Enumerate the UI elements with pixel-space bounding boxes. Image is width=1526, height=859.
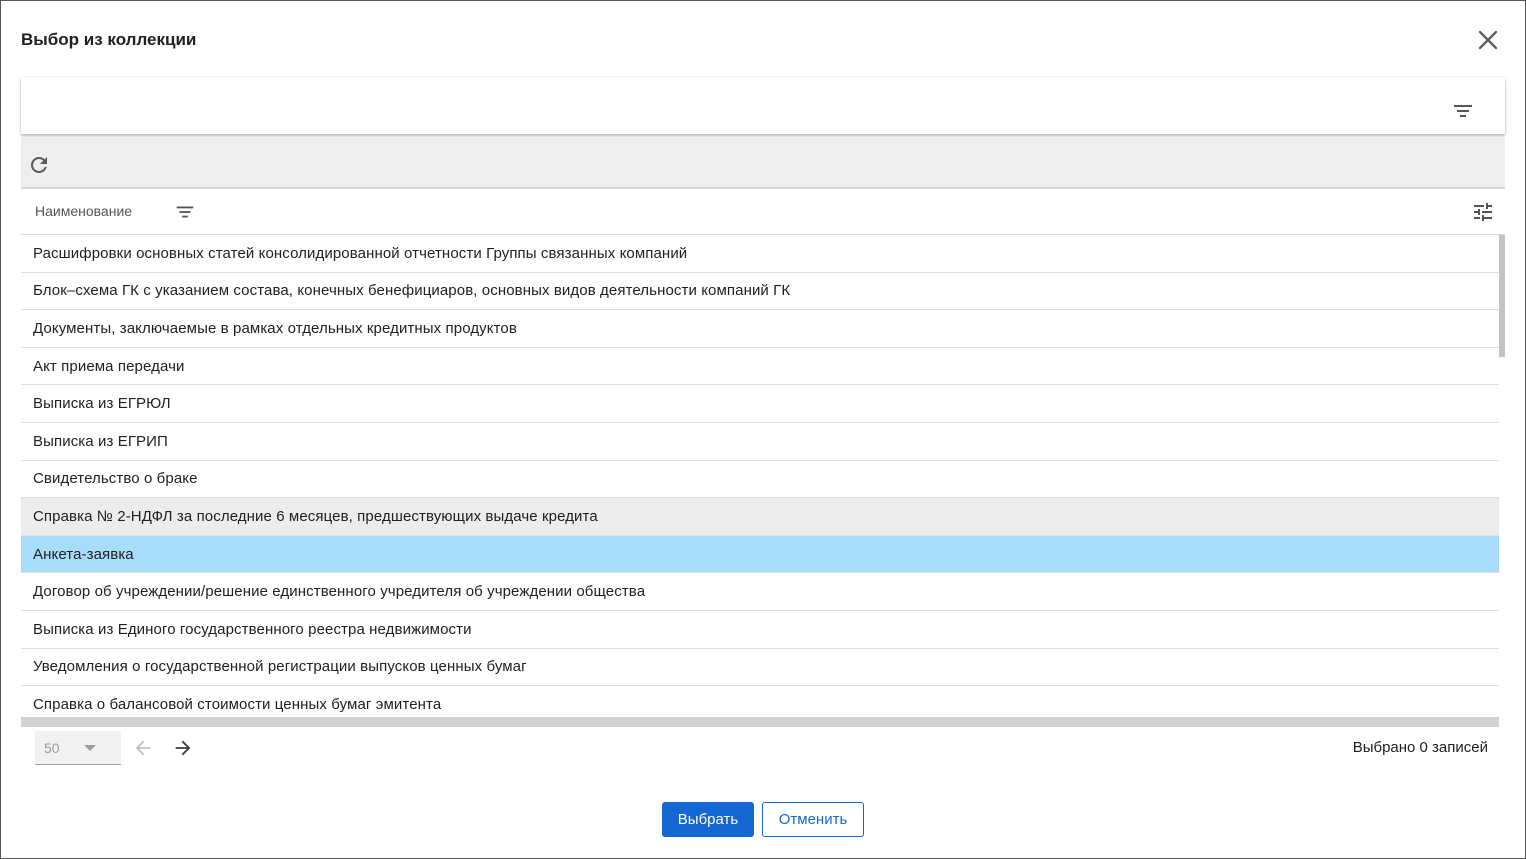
list-item[interactable]: Договор об учреждении/решение единственн… bbox=[21, 573, 1499, 611]
list-item-label: Уведомления о государственной регистраци… bbox=[33, 658, 527, 676]
table-header: Наименование bbox=[21, 191, 1505, 235]
horizontal-scrollbar[interactable] bbox=[21, 717, 1499, 727]
vertical-scrollbar[interactable] bbox=[1499, 235, 1505, 717]
column-filter-button[interactable] bbox=[174, 201, 196, 223]
column-header-name[interactable]: Наименование bbox=[35, 203, 132, 219]
arrow-left-icon bbox=[135, 740, 151, 756]
list-item[interactable]: Выписка из Единого государственного реес… bbox=[21, 611, 1499, 649]
select-button[interactable]: Выбрать bbox=[662, 802, 754, 837]
list-item-label: Документы, заключаемые в рамках отдельны… bbox=[33, 319, 517, 337]
filter-icon bbox=[176, 206, 194, 218]
page-size-value: 50 bbox=[44, 740, 60, 756]
list-item[interactable]: Свидетельство о браке bbox=[21, 461, 1499, 499]
chevron-down-icon bbox=[84, 745, 96, 751]
list-item[interactable]: Выписка из ЕГРЮЛ bbox=[21, 385, 1499, 423]
list-item-label: Выписка из ЕГРЮЛ bbox=[33, 395, 171, 413]
list-item[interactable]: Блок–схема ГК с указанием состава, конеч… bbox=[21, 273, 1499, 311]
list-item-label: Договор об учреждении/решение единственн… bbox=[33, 583, 646, 601]
list-item[interactable]: Уведомления о государственной регистраци… bbox=[21, 649, 1499, 687]
list-item[interactable]: Акт приема передачи bbox=[21, 348, 1499, 386]
list-item-label: Справка о балансовой стоимости ценных бу… bbox=[33, 695, 442, 713]
list-item[interactable]: Справка о балансовой стоимости ценных бу… bbox=[21, 686, 1499, 717]
table-toolbar bbox=[21, 138, 1505, 189]
filter-panel-button[interactable] bbox=[1451, 99, 1475, 123]
close-icon bbox=[1478, 30, 1498, 50]
list-item-hovered[interactable]: Справка № 2-НДФЛ за последние 6 месяцев,… bbox=[21, 498, 1499, 536]
next-page-button[interactable] bbox=[172, 737, 194, 759]
previous-page-button[interactable] bbox=[132, 737, 154, 759]
collection-picker-dialog: Выбор из коллекции Наименование Расшифро… bbox=[0, 0, 1526, 859]
records-list: Расшифровки основных статей консолидиров… bbox=[21, 235, 1499, 717]
refresh-button[interactable] bbox=[27, 153, 51, 177]
list-item[interactable]: Документы, заключаемые в рамках отдельны… bbox=[21, 310, 1499, 348]
list-item[interactable]: Выписка из ЕГРИП bbox=[21, 423, 1499, 461]
refresh-icon bbox=[31, 157, 47, 173]
dialog-title: Выбор из коллекции bbox=[21, 30, 197, 49]
vertical-scrollbar-thumb[interactable] bbox=[1499, 235, 1505, 357]
page-size-select[interactable]: 50 bbox=[35, 731, 121, 765]
list-item-label: Акт приема передачи bbox=[33, 357, 185, 375]
filter-icon bbox=[1454, 105, 1472, 117]
arrow-right-icon bbox=[175, 740, 191, 756]
column-settings-button[interactable] bbox=[1471, 200, 1495, 224]
list-item-label: Блок–схема ГК с указанием состава, конеч… bbox=[33, 282, 791, 300]
list-item-label: Выписка из Единого государственного реес… bbox=[33, 620, 472, 638]
filter-panel bbox=[21, 77, 1505, 134]
list-item-label: Свидетельство о браке bbox=[33, 470, 198, 488]
list-item-label: Выписка из ЕГРИП bbox=[33, 432, 168, 450]
selected-count-text: Выбрано 0 записей bbox=[1352, 739, 1488, 756]
cancel-button[interactable]: Отменить bbox=[762, 802, 864, 837]
tune-icon bbox=[1474, 203, 1492, 221]
list-item[interactable]: Расшифровки основных статей консолидиров… bbox=[21, 235, 1499, 273]
list-item-label: Справка № 2-НДФЛ за последние 6 месяцев,… bbox=[33, 507, 598, 525]
list-item-selected[interactable]: Анкета-заявка bbox=[21, 535, 1499, 574]
list-item-label: Расшифровки основных статей консолидиров… bbox=[33, 244, 688, 262]
list-item-label: Анкета-заявка bbox=[33, 545, 134, 563]
close-button[interactable] bbox=[1475, 27, 1501, 53]
